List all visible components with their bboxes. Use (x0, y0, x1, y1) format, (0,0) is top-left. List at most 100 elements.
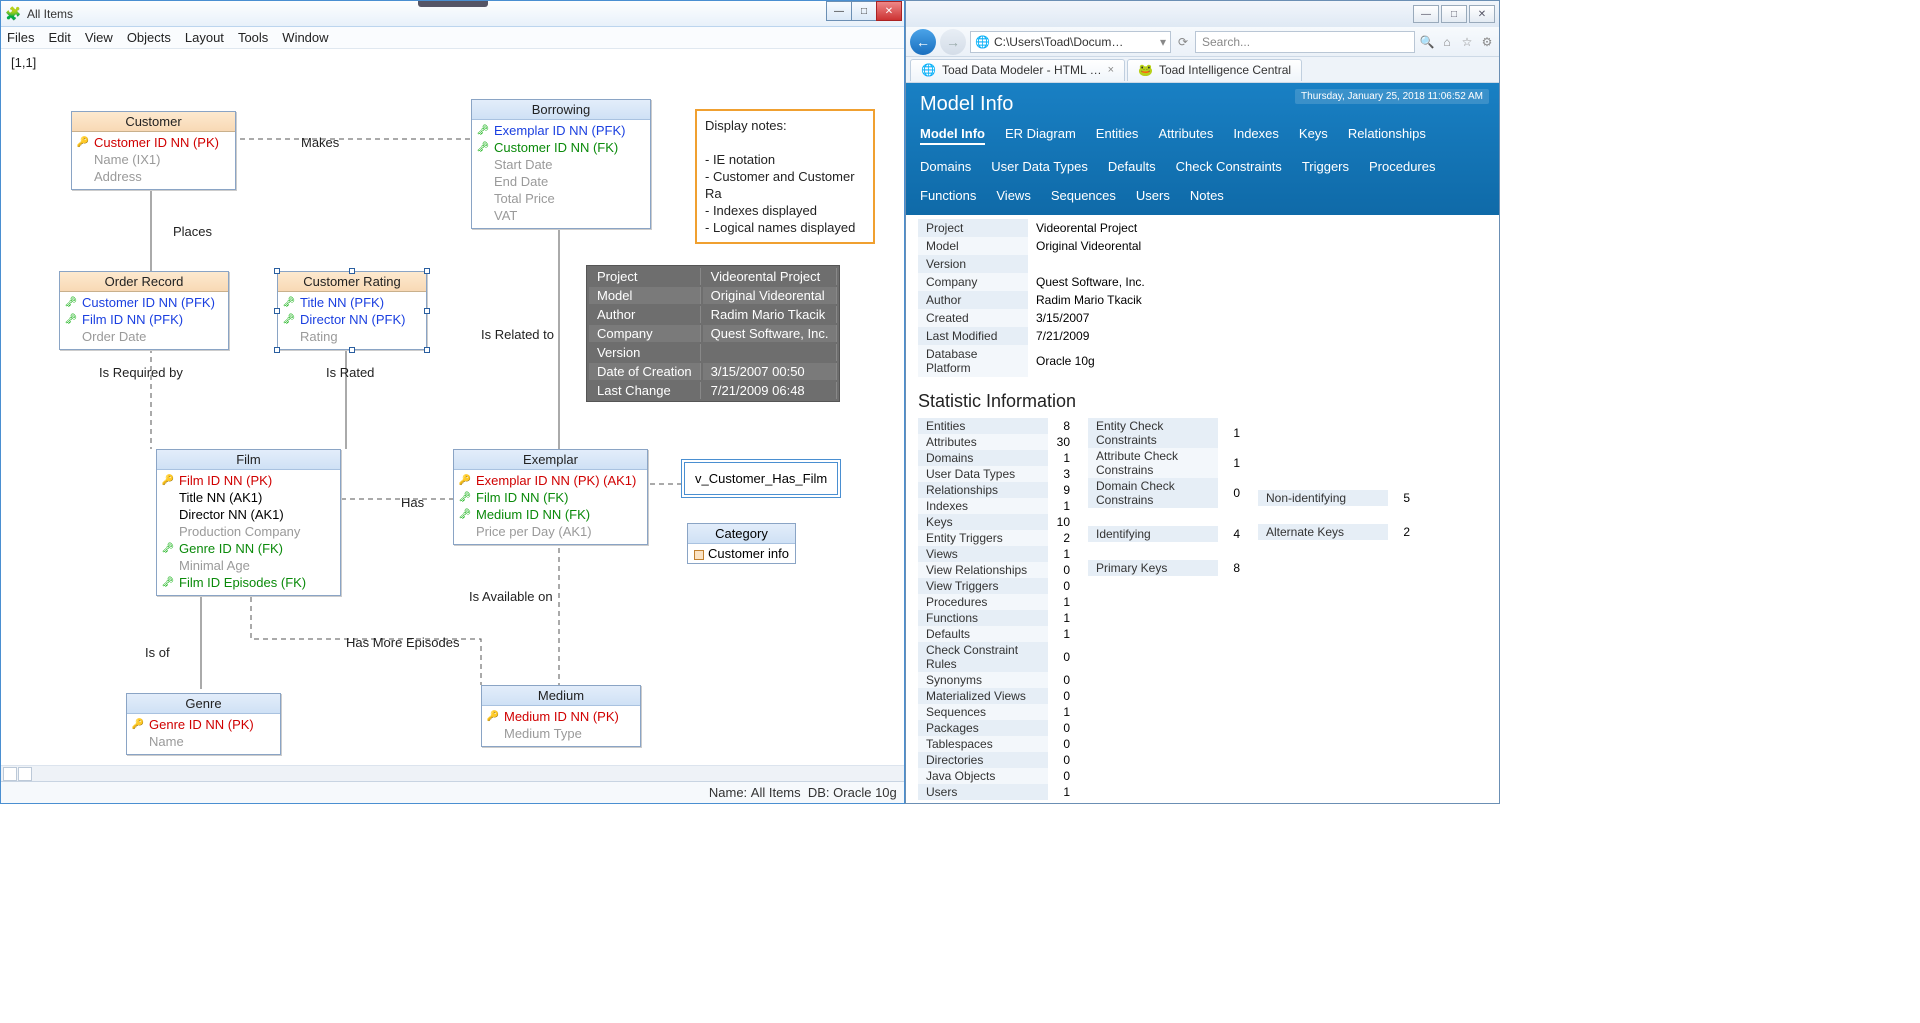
blank-key-icon (76, 171, 90, 183)
home-icon[interactable]: ⌂ (1439, 34, 1455, 50)
menu-tools[interactable]: Tools (238, 30, 268, 45)
nav-users[interactable]: Users (1136, 188, 1170, 203)
table-row: Tablespaces0 (918, 736, 1078, 752)
nav-indexes[interactable]: Indexes (1233, 126, 1279, 145)
nav-er-diagram[interactable]: ER Diagram (1005, 126, 1076, 145)
rel-isof: Is of (145, 645, 170, 660)
table-row: Java Objects0 (918, 768, 1078, 784)
tab-tic[interactable]: 🐸 Toad Intelligence Central (1127, 59, 1302, 81)
entity-film[interactable]: Film Film ID NN (PK)Title NN (AK1)Direct… (156, 449, 341, 596)
fk-key-icon (282, 314, 296, 326)
nav-procedures[interactable]: Procedures (1369, 159, 1435, 174)
entity-body: Film ID NN (PK)Title NN (AK1)Director NN… (157, 470, 340, 595)
blank-key-icon (161, 526, 175, 538)
nav-keys[interactable]: Keys (1299, 126, 1328, 145)
nav-model-info[interactable]: Model Info (920, 126, 985, 145)
browser-close-button[interactable]: ✕ (1469, 5, 1495, 23)
entity-title: Borrowing (472, 100, 650, 120)
category-box[interactable]: Category Customer info (687, 523, 796, 564)
nav-entities[interactable]: Entities (1096, 126, 1139, 145)
table-row: ProjectVideorental Project (918, 219, 1487, 237)
entity-medium[interactable]: Medium Medium ID NN (PK)Medium Type (481, 685, 641, 747)
nav-user-data-types[interactable]: User Data Types (991, 159, 1088, 174)
menu-layout[interactable]: Layout (185, 30, 224, 45)
fk-key-icon (476, 125, 490, 137)
menu-files[interactable]: Files (7, 30, 34, 45)
stats-grid: Entities8Attributes30Domains1User Data T… (918, 418, 1487, 803)
favorites-icon[interactable]: ☆ (1459, 34, 1475, 50)
address-bar[interactable]: 🌐 C:\Users\Toad\Docum… ▾ (970, 31, 1171, 53)
drag-handle[interactable] (418, 1, 488, 7)
entity-exemplar[interactable]: Exemplar Exemplar ID NN (PK) (AK1)Film I… (453, 449, 648, 545)
attribute: Minimal Age (161, 557, 336, 574)
nav-functions[interactable]: Functions (920, 188, 976, 203)
minimize-button[interactable]: — (826, 1, 852, 21)
fk-key-icon (161, 577, 175, 589)
hscrollbar[interactable] (1, 765, 904, 781)
note-title: Display notes: (705, 117, 865, 134)
nav-check-constraints[interactable]: Check Constraints (1176, 159, 1282, 174)
titlebar[interactable]: 🧩 All Items — □ ✕ (1, 1, 904, 27)
nav-attributes[interactable]: Attributes (1158, 126, 1213, 145)
table-row: Attributes30 (918, 434, 1078, 450)
entity-customer-rating[interactable]: Customer Rating Title NN (PFK)Director N… (277, 271, 427, 350)
nav-relationships[interactable]: Relationships (1348, 126, 1426, 145)
tools-icon[interactable]: ⚙ (1479, 34, 1495, 50)
table-row: CompanyQuest Software, Inc. (918, 273, 1487, 291)
attribute: Medium ID NN (FK) (458, 506, 643, 523)
fk-key-icon (476, 142, 490, 154)
nav-sequences[interactable]: Sequences (1051, 188, 1116, 203)
nav-defaults[interactable]: Defaults (1108, 159, 1156, 174)
status-db: Oracle 10g (833, 785, 897, 800)
fk-key-icon (458, 509, 472, 521)
forward-button[interactable]: → (940, 29, 966, 55)
nav-notes[interactable]: Notes (1190, 188, 1224, 203)
nav-views[interactable]: Views (996, 188, 1030, 203)
table-row: Entities8 (918, 418, 1078, 434)
entity-borrowing[interactable]: Borrowing Exemplar ID NN (PFK)Customer I… (471, 99, 651, 229)
menu-objects[interactable]: Objects (127, 30, 171, 45)
search-box[interactable]: Search... (1195, 31, 1415, 53)
rel-makes: Makes (301, 135, 339, 150)
entity-order-record[interactable]: Order Record Customer ID NN (PFK)Film ID… (59, 271, 229, 350)
browser-titlebar[interactable]: — □ ✕ (906, 1, 1499, 27)
rel-rated: Is Rated (326, 365, 374, 380)
table-row: ModelOriginal Videorental (918, 237, 1487, 255)
view-box[interactable]: v_Customer_Has_Film (681, 459, 841, 498)
entity-genre[interactable]: Genre Genre ID NN (PK)Name (126, 693, 281, 755)
entity-customer[interactable]: Customer Customer ID NN (PK)Name (IX1)Ad… (71, 111, 236, 190)
attribute: Address (76, 168, 231, 185)
blank-key-icon (161, 560, 175, 572)
browser-min-button[interactable]: — (1413, 5, 1439, 23)
maximize-button[interactable]: □ (851, 1, 877, 21)
diagram-canvas[interactable]: [1,1] .l{stroke:#555;stroke-width:1;fill… (1, 49, 904, 765)
blank-key-icon (458, 526, 472, 538)
back-button[interactable]: ← (910, 29, 936, 55)
tab-report[interactable]: 🌐 Toad Data Modeler - HTML … × (910, 59, 1125, 81)
display-notes: Display notes: - IE notation - Customer … (695, 109, 875, 244)
report-nav: Model Info ER Diagram Entities Attributes In… (920, 126, 1485, 215)
table-row: Version (918, 255, 1487, 273)
nav-triggers[interactable]: Triggers (1302, 159, 1349, 174)
attribute: End Date (476, 173, 646, 190)
rel-required: Is Required by (99, 365, 183, 380)
pk-key-icon (458, 475, 472, 487)
nav-domains[interactable]: Domains (920, 159, 971, 174)
attribute: Film ID Episodes (FK) (161, 574, 336, 591)
search-button[interactable]: 🔍 (1419, 34, 1435, 50)
browser-max-button[interactable]: □ (1441, 5, 1467, 23)
table-row: Relationships9 (918, 482, 1078, 498)
table-row: Users1 (918, 784, 1078, 800)
menu-window[interactable]: Window (282, 30, 328, 45)
refresh-button[interactable]: ⟳ (1175, 34, 1191, 50)
table-row: Defaults1 (918, 626, 1078, 642)
table-row: Alternate Keys2 (1258, 524, 1418, 540)
category-title: Category (688, 524, 795, 544)
rel-more: Has More Episodes (346, 635, 459, 650)
close-icon[interactable]: × (1108, 64, 1114, 76)
table-row: Procedures1 (918, 594, 1078, 610)
entity-title: Customer Rating (278, 272, 426, 292)
menu-edit[interactable]: Edit (48, 30, 70, 45)
close-button[interactable]: ✕ (876, 1, 902, 21)
menu-view[interactable]: View (85, 30, 113, 45)
